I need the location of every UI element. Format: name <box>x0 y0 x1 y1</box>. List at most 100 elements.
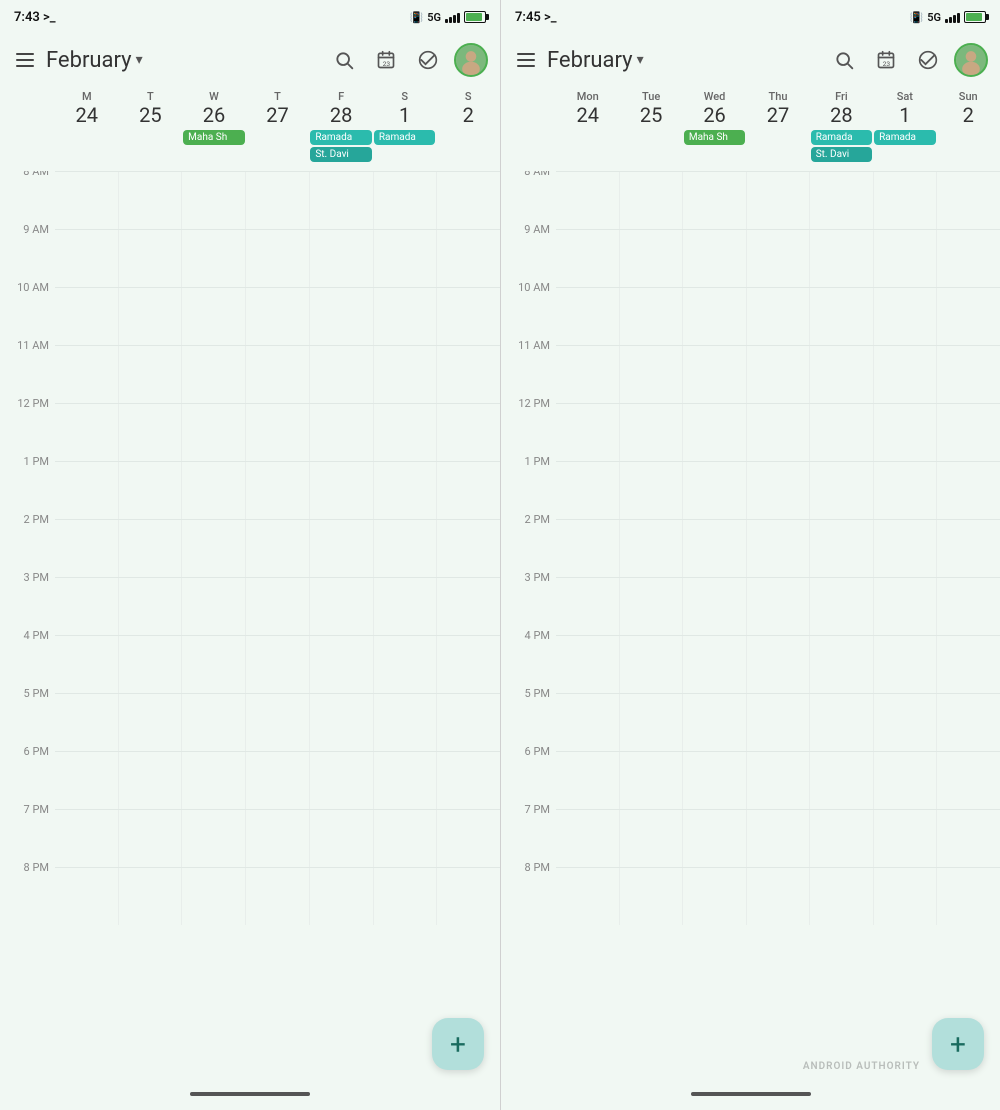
day-col-fri-left[interactable]: F 28 <box>309 88 373 129</box>
event-cell-5-right[interactable]: Ramada <box>873 129 936 171</box>
event-stdavid-right[interactable]: St. Davi <box>811 147 872 162</box>
watermark: ANDROID AUTHORITY <box>803 1061 920 1072</box>
search-button-right[interactable] <box>828 44 860 76</box>
grid-row-left[interactable] <box>55 403 500 461</box>
event-cell-2-right[interactable]: Maha Sh <box>683 129 746 171</box>
grid-row-left[interactable] <box>55 809 500 867</box>
grid-row-right[interactable] <box>556 461 1000 519</box>
grid-row-right[interactable] <box>556 751 1000 809</box>
day-col-mon-left[interactable]: M 24 <box>55 88 119 129</box>
month-title-right[interactable]: February ▾ <box>547 48 822 73</box>
day-col-sat-left[interactable]: S 1 <box>373 88 437 129</box>
left-phone-panel: 7:43 >_ 📳 5G February ▾ <box>0 0 500 1110</box>
time-column-right: 8 AM 9 AM 10 AM 11 AM 12 PM 1 PM 2 PM 3 … <box>501 171 556 1082</box>
grid-row-right[interactable] <box>556 809 1000 867</box>
event-ramada-sat-left[interactable]: Ramada <box>374 130 436 145</box>
day-col-fri-right[interactable]: Fri 28 <box>810 88 873 129</box>
time-3pm-left: 3 PM <box>0 571 55 629</box>
calendar-button-left[interactable]: 23 <box>370 44 402 76</box>
grid-row-right[interactable] <box>556 345 1000 403</box>
time-9am-left: 9 AM <box>0 223 55 281</box>
event-cell-4-right[interactable]: Ramada St. Davi <box>810 129 873 171</box>
day-header-row-left: M 24 T 25 W 26 T 27 F 28 S 1 S 2 <box>0 88 500 129</box>
event-stdavid-left[interactable]: St. Davi <box>310 147 372 162</box>
event-maha-left[interactable]: Maha Sh <box>183 130 245 145</box>
grid-row-right[interactable] <box>556 287 1000 345</box>
right-phone-panel: 7:45 >_ 📳 5G February ▾ <box>500 0 1000 1110</box>
status-icons-left: 📳 5G <box>410 11 487 24</box>
day-col-wed-right[interactable]: Wed 26 <box>683 88 746 129</box>
signal-bars-left <box>445 11 460 23</box>
time-11am-left: 11 AM <box>0 339 55 397</box>
grid-row-right[interactable] <box>556 635 1000 693</box>
event-cell-5-left[interactable]: Ramada <box>373 129 437 171</box>
month-dropdown-right[interactable]: ▾ <box>637 52 644 68</box>
calendar-button-right[interactable]: 23 <box>870 44 902 76</box>
time-7pm-left: 7 PM <box>0 803 55 861</box>
day-col-tue-left[interactable]: T 25 <box>119 88 183 129</box>
day-col-wed-left[interactable]: W 26 <box>182 88 246 129</box>
grid-row-right[interactable] <box>556 229 1000 287</box>
event-cell-0-right <box>556 129 619 171</box>
time-4pm-left: 4 PM <box>0 629 55 687</box>
search-button-left[interactable] <box>328 44 360 76</box>
day-col-sat-right[interactable]: Sat 1 <box>873 88 936 129</box>
tasks-button-right[interactable] <box>912 44 944 76</box>
grid-row-left[interactable] <box>55 867 500 925</box>
day-col-sun-left[interactable]: S 2 <box>436 88 500 129</box>
grid-row-right[interactable] <box>556 867 1000 925</box>
events-row-right: Maha Sh Ramada St. Davi Ramada <box>501 129 1000 171</box>
status-bar-left: 7:43 >_ 📳 5G <box>0 0 500 32</box>
menu-button-right[interactable] <box>513 46 541 74</box>
app-header-left: February ▾ 23 <box>0 32 500 88</box>
event-cell-2-left[interactable]: Maha Sh <box>182 129 246 171</box>
grid-row-left[interactable] <box>55 693 500 751</box>
time-5pm-left: 5 PM <box>0 687 55 745</box>
avatar-left[interactable] <box>454 43 488 77</box>
grid-row-right[interactable] <box>556 693 1000 751</box>
grid-row-right[interactable] <box>556 403 1000 461</box>
grid-row-left[interactable] <box>55 577 500 635</box>
event-ramada-fri-left[interactable]: Ramada <box>310 130 372 145</box>
grid-row-right[interactable] <box>556 519 1000 577</box>
time-2pm-right: 2 PM <box>501 513 556 571</box>
battery-icon-left <box>464 11 486 23</box>
time-2pm-left: 2 PM <box>0 513 55 571</box>
day-col-mon-right[interactable]: Mon 24 <box>556 88 619 129</box>
grid-row-left[interactable] <box>55 229 500 287</box>
month-label-right: February <box>547 48 633 73</box>
svg-text:23: 23 <box>883 60 891 68</box>
fab-right[interactable]: + <box>932 1018 984 1070</box>
nav-pill-left <box>190 1092 310 1096</box>
grid-row-right[interactable] <box>556 171 1000 229</box>
day-col-sun-right[interactable]: Sun 2 <box>937 88 1000 129</box>
grid-row-left[interactable] <box>55 461 500 519</box>
time-6pm-left: 6 PM <box>0 745 55 803</box>
day-col-thu-right[interactable]: Thu 27 <box>746 88 809 129</box>
network-label-left: 5G <box>427 11 441 24</box>
month-title-left[interactable]: February ▾ <box>46 48 322 73</box>
time-10am-left: 10 AM <box>0 281 55 339</box>
tasks-button-left[interactable] <box>412 44 444 76</box>
day-col-tue-right[interactable]: Tue 25 <box>619 88 682 129</box>
fab-left[interactable]: + <box>432 1018 484 1070</box>
time-9am-right: 9 AM <box>501 223 556 281</box>
grid-row-left[interactable] <box>55 345 500 403</box>
nav-bar-right <box>501 1082 1000 1110</box>
grid-row-left[interactable] <box>55 519 500 577</box>
grid-row-left[interactable] <box>55 751 500 809</box>
event-ramada-fri-right[interactable]: Ramada <box>811 130 872 145</box>
event-cell-4-left[interactable]: Ramada St. Davi <box>309 129 373 171</box>
time-12pm-right: 12 PM <box>501 397 556 455</box>
month-dropdown-left[interactable]: ▾ <box>136 52 143 68</box>
day-col-thu-left[interactable]: T 27 <box>246 88 310 129</box>
time-12pm-left: 12 PM <box>0 397 55 455</box>
grid-row-left[interactable] <box>55 287 500 345</box>
grid-row-right[interactable] <box>556 577 1000 635</box>
menu-button-left[interactable] <box>12 46 40 74</box>
grid-row-left[interactable] <box>55 635 500 693</box>
event-ramada-sat-right[interactable]: Ramada <box>874 130 935 145</box>
grid-row-left[interactable] <box>55 171 500 229</box>
avatar-right[interactable] <box>954 43 988 77</box>
event-maha-right[interactable]: Maha Sh <box>684 130 745 145</box>
